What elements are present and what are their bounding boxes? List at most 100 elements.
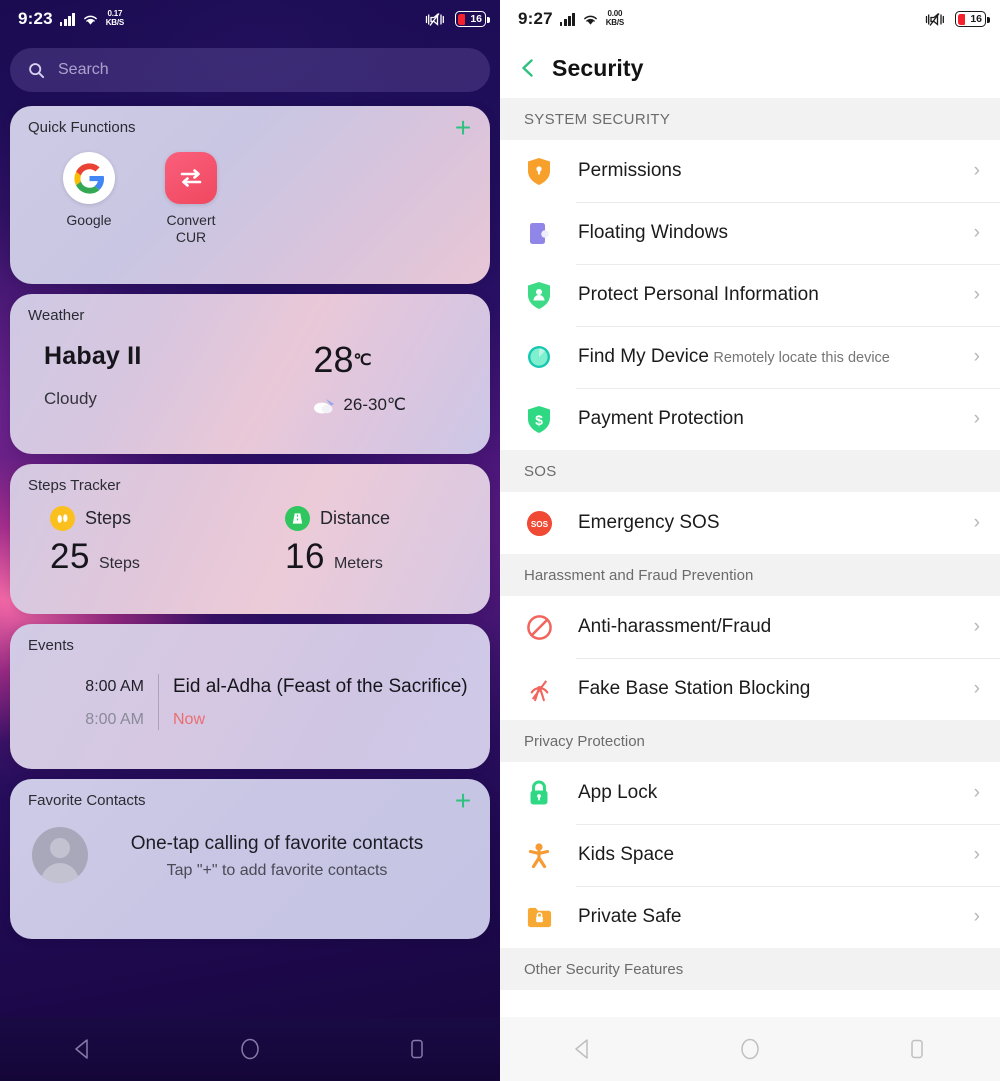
status-bar-right-group: 16	[924, 11, 990, 27]
home-circle-icon[interactable]	[237, 1036, 263, 1062]
google-icon	[63, 152, 115, 204]
shield-dollar-icon: $	[524, 404, 554, 434]
weather-temperature-unit: ℃	[353, 352, 372, 369]
network-speed: 0.17 KB/S	[105, 10, 125, 27]
list-item-floating-windows[interactable]: Floating Windows ›	[500, 202, 1000, 264]
battery-fill	[457, 13, 465, 25]
list-item-label: Floating Windows	[578, 222, 728, 243]
back-triangle-icon[interactable]	[570, 1036, 596, 1062]
list-item-text: Kids Space	[554, 844, 964, 866]
vibrate-mute-icon	[425, 12, 444, 26]
list-item-text: Anti-harassment/Fraud	[554, 616, 964, 638]
network-speed-unit: KB/S	[105, 18, 125, 27]
security-settings-panel: 9:27 0.00 KB/S 16 Security SYSTEM SECURI…	[500, 0, 1000, 1081]
event-time: 8:00 AM	[85, 678, 144, 695]
event-title: Eid al-Adha (Feast of the Sacrifice)	[173, 676, 468, 697]
metric-steps-label: Steps	[85, 508, 132, 528]
kids-person-icon	[524, 840, 554, 870]
quick-function-label: Google	[66, 212, 112, 228]
chevron-right-icon: ›	[973, 844, 980, 865]
network-speed: 0.00 KB/S	[606, 10, 625, 27]
signal-bars-icon	[59, 12, 75, 26]
shield-person-icon	[524, 280, 554, 310]
list-item-text: Payment Protection	[554, 408, 964, 430]
metric-distance-value: 16	[285, 537, 325, 576]
widget-stack: + Quick Functions Google Convert CUR Wea…	[0, 92, 500, 939]
status-time: 9:27	[518, 9, 553, 28]
list-item-label: Find My Device	[578, 346, 709, 367]
battery-fill	[957, 13, 965, 25]
wifi-icon	[83, 15, 97, 25]
chevron-right-icon: ›	[973, 408, 980, 429]
list-item-label: Anti-harassment/Fraud	[578, 616, 772, 637]
list-harassment: Anti-harassment/Fraud › Fake Base Statio…	[500, 596, 1000, 720]
weather-city: Habay II	[44, 342, 142, 370]
events-title: Events	[28, 637, 74, 654]
back-triangle-icon[interactable]	[70, 1036, 96, 1062]
search-placeholder: Search	[58, 61, 109, 78]
page-header: Security	[500, 38, 1000, 98]
list-item-fake-base-station-blocking[interactable]: Fake Base Station Blocking ›	[500, 658, 1000, 720]
list-item-permissions[interactable]: Permissions ›	[500, 140, 1000, 202]
road-distance-icon	[285, 506, 310, 531]
metric-distance-head: Distance	[285, 506, 490, 531]
list-item-find-my-device[interactable]: Find My Device Remotely locate this devi…	[500, 326, 1000, 388]
list-item-kids-space[interactable]: Kids Space ›	[500, 824, 1000, 886]
block-circle-icon	[524, 612, 554, 642]
quick-function-google[interactable]: Google	[50, 152, 128, 246]
battery-icon: 16	[455, 11, 490, 27]
back-chevron-icon[interactable]	[518, 58, 538, 78]
list-item-payment-protection[interactable]: $ Payment Protection ›	[500, 388, 1000, 450]
list-item-text: Floating Windows	[554, 222, 964, 244]
status-bar-left-group: 9:23 0.17 KB/S	[18, 9, 124, 29]
favorite-contacts-card[interactable]: + Favorite Contacts One-tap calling of f…	[10, 779, 490, 939]
favorite-contacts-add-button[interactable]: +	[450, 787, 476, 815]
chevron-right-icon: ›	[973, 284, 980, 305]
section-header-privacy: Privacy Protection	[500, 720, 1000, 762]
list-item-text: Find My Device Remotely locate this devi…	[554, 346, 964, 368]
favorite-contacts-body: One-tap calling of favorite contacts Tap…	[10, 809, 490, 883]
favorite-contacts-headline: One-tap calling of favorite contacts	[130, 832, 424, 854]
list-system-security: Permissions › Floating Windows › Protect	[500, 140, 1000, 450]
quick-function-convert-cur[interactable]: Convert CUR	[152, 152, 230, 246]
svg-text:SOS: SOS	[530, 519, 548, 528]
search-input[interactable]: Search	[10, 48, 490, 92]
list-item-protect-personal-information[interactable]: Protect Personal Information ›	[500, 264, 1000, 326]
chevron-right-icon: ›	[973, 512, 980, 533]
metric-steps-unit: Steps	[98, 555, 140, 572]
weather-card[interactable]: Weather Habay II Cloudy 28 ℃ 26-30℃	[10, 294, 490, 454]
padlock-icon	[524, 778, 554, 808]
list-item-label: Private Safe	[578, 906, 682, 927]
steps-tracker-card[interactable]: Steps Tracker Steps 25 Steps Distance 16…	[10, 464, 490, 614]
weather-condition: Cloudy	[44, 389, 97, 408]
events-times: 8:00 AM 8:00 AM	[52, 670, 144, 736]
battery-icon: 16	[955, 11, 990, 27]
list-item-private-safe[interactable]: Private Safe ›	[500, 886, 1000, 948]
list-item-label: Payment Protection	[578, 408, 744, 429]
footsteps-icon	[50, 506, 75, 531]
status-bar-right-panel: 9:27 0.00 KB/S 16	[500, 0, 1000, 38]
currency-convert-icon	[165, 152, 217, 204]
list-item-text: Private Safe	[554, 906, 964, 928]
chevron-right-icon: ›	[973, 616, 980, 637]
chevron-right-icon: ›	[973, 906, 980, 927]
chevron-right-icon: ›	[973, 782, 980, 803]
search-icon	[29, 62, 45, 78]
quick-functions-card[interactable]: + Quick Functions Google Convert CUR	[10, 106, 490, 284]
favorite-contacts-subtext: Tap "+" to add favorite contacts	[166, 861, 388, 879]
list-item-label: Permissions	[578, 160, 682, 181]
list-item-text: Protect Personal Information	[554, 284, 964, 306]
recents-square-icon[interactable]	[904, 1036, 930, 1062]
list-item-anti-harassment-fraud[interactable]: Anti-harassment/Fraud ›	[500, 596, 1000, 658]
recents-square-icon[interactable]	[404, 1036, 430, 1062]
quick-functions-title: Quick Functions	[28, 119, 136, 136]
list-item-app-lock[interactable]: App Lock ›	[500, 762, 1000, 824]
events-divider	[158, 674, 159, 730]
home-circle-icon[interactable]	[737, 1036, 763, 1062]
locked-folder-icon	[524, 902, 554, 932]
quick-functions-add-button[interactable]: +	[450, 114, 476, 142]
status-bar-right-group: 16	[424, 11, 490, 27]
events-card[interactable]: Events 8:00 AM 8:00 AM Eid al-Adha (Feas…	[10, 624, 490, 769]
chevron-right-icon: ›	[973, 678, 980, 699]
list-item-emergency-sos[interactable]: SOS Emergency SOS ›	[500, 492, 1000, 554]
